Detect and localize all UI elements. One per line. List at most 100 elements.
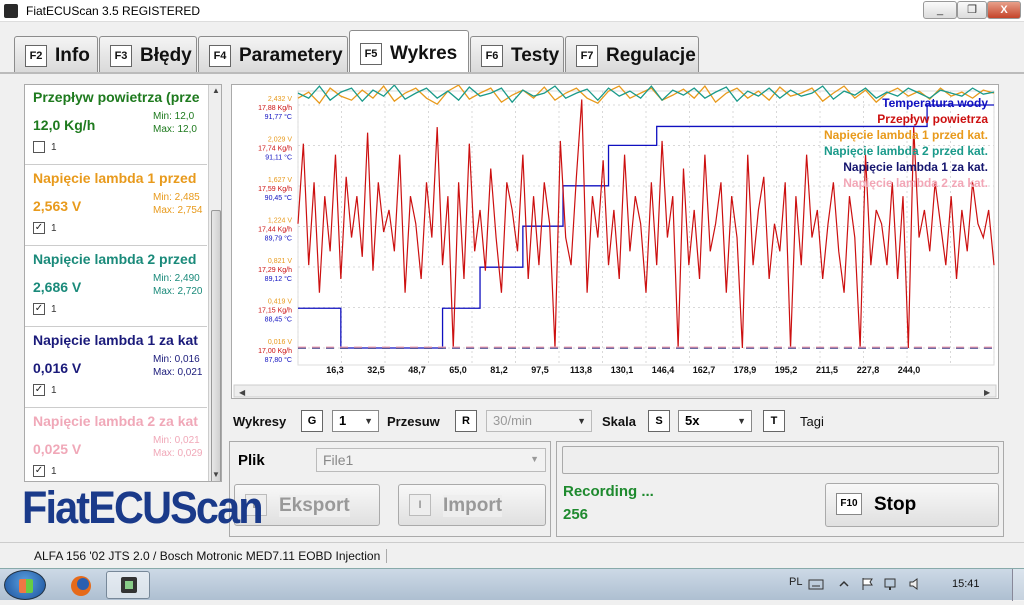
x-tick-label: 195,2: [775, 365, 798, 375]
x-tick-label: 162,7: [693, 365, 716, 375]
keyboard-icon[interactable]: [808, 578, 824, 590]
param-min: Min: 0,021: [153, 435, 200, 446]
start-button[interactable]: [4, 570, 46, 600]
stop-button[interactable]: F10 Stop: [825, 483, 999, 527]
param-checkbox[interactable]: ✓: [33, 222, 45, 234]
y-tick-flow: 17,59 Kg/h: [258, 186, 292, 193]
param-max: Max: 12,0: [153, 124, 197, 135]
minimize-button[interactable]: _: [923, 1, 957, 19]
y-tick-lambda: 2,432 V: [268, 96, 292, 103]
status-bar: ALFA 156 '02 JTS 2.0 / Bosch Motronic ME…: [0, 542, 1024, 568]
list-item[interactable]: Napięcie lambda 1 za kat 0,016 V Min: 0,…: [25, 328, 207, 408]
tab-regulacje[interactable]: F7 Regulacje: [565, 36, 699, 74]
tab-label: Testy: [511, 45, 560, 66]
windows-logo-icon: [19, 579, 33, 593]
scroll-thumb[interactable]: [211, 210, 221, 481]
chart-scrollbar: [233, 384, 997, 398]
param-checkbox[interactable]: ✓: [33, 303, 45, 315]
x-tick-label: 146,4: [652, 365, 675, 375]
fiatecuscan-task[interactable]: [106, 571, 150, 599]
tab-wykres[interactable]: F5 Wykres: [349, 30, 469, 74]
y-tick-lambda: 0,821 V: [268, 258, 292, 265]
list-item[interactable]: Napięcie lambda 2 za kat 0,025 V Min: 0,…: [25, 409, 207, 481]
param-max: Max: 2,754: [153, 205, 203, 216]
y-tick-temp: 87,80 °C: [265, 356, 292, 364]
wykresy-value: 1: [339, 413, 347, 428]
skala-select[interactable]: 5x ▼: [678, 410, 752, 432]
x-tick-label: 65,0: [449, 365, 467, 375]
tab-label: Info: [55, 45, 90, 66]
tab-underline: [0, 72, 1024, 74]
x-tick-label: 16,3: [326, 365, 344, 375]
param-checkbox-label: 1: [51, 385, 57, 396]
clock[interactable]: 15:41: [952, 578, 980, 590]
legend-entry: Napięcie lambda 2 przed kat.: [824, 144, 988, 158]
tagi-key[interactable]: T: [763, 410, 785, 432]
list-item[interactable]: Napięcie lambda 2 przed 2,686 V Min: 2,4…: [25, 247, 207, 327]
chevron-up-icon[interactable]: [838, 578, 850, 590]
tab-info[interactable]: F2 Info: [14, 36, 98, 74]
y-tick-flow: 17,74 Kg/h: [258, 146, 292, 153]
language-indicator[interactable]: PL: [789, 576, 802, 588]
firefox-task[interactable]: [58, 571, 102, 599]
legend-entry: Napięcie lambda 2 za kat.: [843, 176, 988, 190]
network-icon[interactable]: [884, 577, 898, 591]
app-icon: [4, 4, 18, 18]
tab-testy[interactable]: F6 Testy: [470, 36, 564, 74]
flag-icon[interactable]: [860, 577, 874, 591]
stop-label: Stop: [874, 494, 917, 515]
skala-key: S: [648, 410, 670, 432]
wykresy-select[interactable]: 1 ▼: [332, 410, 379, 432]
maximize-button[interactable]: ❐: [957, 1, 987, 19]
x-tick-label: 81,2: [490, 365, 508, 375]
x-tick-label: 48,7: [408, 365, 426, 375]
file-panel: Plik File1 ▼ E Eksport I Import: [229, 441, 551, 537]
x-tick-label: 97,5: [531, 365, 549, 375]
scroll-up-icon[interactable]: ▲: [209, 85, 221, 98]
param-checkbox[interactable]: ✓: [33, 465, 45, 477]
legend-entry: Przepływ powietrza: [877, 112, 988, 126]
vertical-scrollbar[interactable]: ▲ ▼: [208, 85, 221, 481]
tab-bledy[interactable]: F3 Błędy: [99, 36, 197, 74]
recording-count: 256: [563, 506, 589, 523]
tab-key: F2: [25, 45, 47, 67]
y-tick-temp: 89,79 °C: [265, 235, 292, 243]
param-checkbox[interactable]: [33, 141, 45, 153]
scroll-down-icon[interactable]: ▼: [209, 468, 221, 481]
y-tick-flow: 17,15 Kg/h: [258, 308, 292, 315]
przesuw-select[interactable]: 30/min ▼: [486, 410, 592, 432]
chevron-down-icon: ▼: [737, 416, 746, 426]
volume-icon[interactable]: [908, 577, 922, 591]
param-checkbox-label: 1: [51, 223, 57, 234]
x-tick-label: 32,5: [367, 365, 385, 375]
tab-bar: F2 Info F3 Błędy F4 Parametery F5 Wykres…: [0, 24, 1024, 74]
y-tick-lambda: 1,224 V: [268, 218, 292, 225]
vehicle-info: ALFA 156 '02 JTS 2.0 / Bosch Motronic ME…: [34, 549, 388, 563]
stop-key: F10: [836, 493, 862, 515]
param-checkbox[interactable]: ✓: [33, 384, 45, 396]
firefox-icon: [71, 576, 91, 596]
recording-progress: [562, 446, 999, 474]
y-tick-temp: 89,12 °C: [265, 275, 292, 283]
tab-key: F7: [576, 45, 598, 67]
x-tick-label: 227,8: [857, 365, 880, 375]
list-item[interactable]: Przepływ powietrza (prze 12,0 Kg/h Min: …: [25, 85, 207, 165]
param-name: Napięcie lambda 1 przed: [33, 170, 197, 186]
list-item[interactable]: Napięcie lambda 1 przed 2,563 V Min: 2,4…: [25, 166, 207, 246]
show-desktop-button[interactable]: [1012, 569, 1024, 601]
y-tick-temp: 91,11 °C: [265, 154, 292, 162]
file-value: File1: [323, 452, 354, 468]
tab-key: F6: [481, 45, 503, 67]
tab-label: Wykres: [390, 43, 458, 64]
tab-parametery[interactable]: F4 Parametery: [198, 36, 348, 74]
skala-label: Skala: [602, 414, 636, 429]
legend-entry: Napięcie lambda 1 przed kat.: [824, 128, 988, 142]
file-select[interactable]: File1 ▼: [316, 448, 546, 472]
import-label: Import: [443, 495, 503, 517]
param-min: Min: 12,0: [153, 111, 195, 122]
close-button[interactable]: X: [987, 1, 1021, 19]
chevron-down-icon: ▼: [530, 454, 539, 464]
param-checkbox-label: 1: [51, 304, 57, 315]
chevron-down-icon: ▼: [577, 416, 586, 426]
import-button[interactable]: I Import: [398, 484, 546, 526]
